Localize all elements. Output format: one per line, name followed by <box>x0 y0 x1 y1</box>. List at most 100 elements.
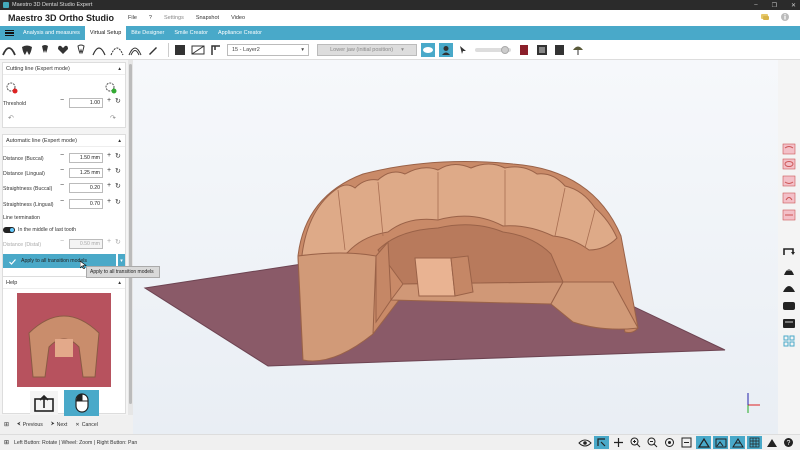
move-tool-icon[interactable] <box>611 436 626 449</box>
layer-select[interactable]: 15 - Layer2 ▾ <box>227 43 309 56</box>
termination-toggle-row[interactable]: In the middle of last tooth <box>3 224 76 235</box>
target-icon[interactable] <box>662 436 677 449</box>
cutting-line-header[interactable]: Cutting line (Expert mode) ▴ <box>3 63 125 75</box>
menu-snapshot[interactable]: Snapshot <box>196 15 219 21</box>
hamburger-menu-icon[interactable] <box>0 26 18 40</box>
view-front-icon[interactable] <box>781 298 797 312</box>
grid-overlay-icon[interactable] <box>747 436 762 449</box>
upper-jaw-front-icon[interactable] <box>781 142 797 156</box>
straightness-buccal-input[interactable]: 0.20 <box>69 183 103 193</box>
straightness-lingual-input[interactable]: 0.70 <box>69 199 103 209</box>
image-view-icon[interactable] <box>713 436 728 449</box>
view-dome-icon[interactable] <box>781 280 797 294</box>
straightness-lingual-increment[interactable]: + <box>107 198 111 205</box>
add-point-icon[interactable] <box>105 82 119 96</box>
export-tool-button[interactable] <box>30 391 58 415</box>
pointer-tool-icon[interactable] <box>457 43 471 57</box>
redo-icon[interactable]: ↷ <box>110 114 116 122</box>
menu-help[interactable]: ? <box>149 15 152 21</box>
view-bottom-icon[interactable] <box>781 316 797 330</box>
next-button[interactable]: Next <box>57 422 68 428</box>
threshold-reset-icon[interactable]: ↻ <box>115 97 121 105</box>
arch-tool-icon[interactable] <box>2 43 16 57</box>
lower-jaw-front-icon[interactable] <box>781 174 797 188</box>
measure-tool-icon[interactable] <box>209 43 223 57</box>
tab-virtual-setup[interactable]: Virtual Setup <box>84 26 127 40</box>
straightness-buccal-reset-icon[interactable]: ↻ <box>115 182 121 190</box>
pen-tool-icon[interactable] <box>146 43 160 57</box>
arch-outline-icon[interactable] <box>92 43 106 57</box>
maximize-button[interactable]: ❐ <box>772 2 777 9</box>
film-strip-icon[interactable] <box>535 43 549 57</box>
mesh-view-icon[interactable] <box>730 436 745 449</box>
info-icon[interactable] <box>780 12 790 22</box>
upper-jaw-occlusal-icon[interactable] <box>781 157 797 171</box>
view-top-icon[interactable] <box>781 263 797 277</box>
straightness-buccal-decrement[interactable]: − <box>60 182 64 189</box>
transform-tool-icon[interactable] <box>594 436 609 449</box>
fit-view-icon[interactable] <box>679 436 694 449</box>
visibility-eye-icon[interactable] <box>577 436 592 449</box>
both-jaws-icon[interactable] <box>781 208 797 222</box>
lower-jaw-occlusal-icon[interactable] <box>781 191 797 205</box>
umbrella-icon[interactable] <box>571 43 585 57</box>
mouse-help-button[interactable] <box>64 390 99 416</box>
tooth-list-icon[interactable] <box>38 43 52 57</box>
undo-icon[interactable]: ↶ <box>8 114 14 122</box>
previous-button[interactable]: Previous <box>23 422 43 428</box>
dental-model-scene[interactable] <box>133 60 778 434</box>
distance-lingual-reset-icon[interactable]: ↻ <box>115 167 121 175</box>
straightness-lingual-decrement[interactable]: − <box>60 198 64 205</box>
tab-smile-creator[interactable]: Smile Creator <box>169 26 213 40</box>
shade-icon[interactable] <box>764 436 779 449</box>
book-icon[interactable] <box>517 43 531 57</box>
straightness-buccal-increment[interactable]: + <box>107 182 111 189</box>
menu-file[interactable]: File <box>128 15 137 21</box>
arch-double-icon[interactable] <box>128 43 142 57</box>
minimize-button[interactable]: – <box>754 2 757 8</box>
jaw-select[interactable]: Lower jaw (initial position) ▾ <box>317 43 417 56</box>
grid-icon[interactable]: ⊞ <box>4 439 9 446</box>
remove-point-icon[interactable] <box>6 82 18 96</box>
distance-buccal-increment[interactable]: + <box>107 152 111 159</box>
menu-video[interactable]: Video <box>231 15 245 21</box>
distance-buccal-decrement[interactable]: − <box>60 152 64 159</box>
zoom-in-icon[interactable] <box>628 436 643 449</box>
opacity-slider[interactable] <box>475 45 511 54</box>
tab-bite-designer[interactable]: Bite Designer <box>126 26 169 40</box>
3d-viewport[interactable] <box>133 60 778 434</box>
automatic-line-header[interactable]: Automatic line (Expert mode) ▴ <box>3 135 125 147</box>
distance-buccal-reset-icon[interactable]: ↻ <box>115 152 121 160</box>
distance-lingual-input[interactable]: 1.25 mm <box>69 168 103 178</box>
arch-wire-icon[interactable] <box>110 43 124 57</box>
mountain-view-icon[interactable] <box>696 436 711 449</box>
distance-lingual-increment[interactable]: + <box>107 167 111 174</box>
grid-view-icon[interactable] <box>781 334 797 348</box>
aligner-view-icon[interactable] <box>421 42 435 57</box>
screen-icon[interactable] <box>553 43 567 57</box>
termination-toggle[interactable] <box>3 226 15 233</box>
patient-view-icon[interactable] <box>439 42 453 57</box>
question-icon[interactable]: ? <box>781 436 796 449</box>
slice-tool-icon[interactable] <box>191 43 205 57</box>
heart-tooth-icon[interactable] <box>56 43 70 57</box>
tooth-tool-icon[interactable] <box>20 43 34 57</box>
threshold-decrement-button[interactable]: − <box>60 97 64 104</box>
straightness-lingual-reset-icon[interactable]: ↻ <box>115 198 121 206</box>
square-tool-icon[interactable] <box>173 43 187 57</box>
chat-icon[interactable] <box>760 12 770 22</box>
close-window-button[interactable]: ✕ <box>791 2 796 9</box>
attachment-icon[interactable] <box>74 43 88 57</box>
tab-appliance-creator[interactable]: Appliance Creator <box>213 26 267 40</box>
distance-buccal-input[interactable]: 1.50 mm <box>69 153 103 163</box>
tab-analysis[interactable]: Analysis and measures <box>18 26 85 40</box>
help-header[interactable]: Help ▴ <box>3 277 125 289</box>
rotate-view-icon[interactable] <box>781 245 797 259</box>
grid-icon[interactable]: ⊞ <box>4 421 9 428</box>
threshold-input[interactable]: 1.00 <box>69 98 103 108</box>
threshold-increment-button[interactable]: + <box>107 97 111 104</box>
zoom-out-icon[interactable] <box>645 436 660 449</box>
menu-settings[interactable]: Settings <box>164 15 184 21</box>
cancel-button[interactable]: Cancel <box>82 422 98 428</box>
distance-lingual-decrement[interactable]: − <box>60 167 64 174</box>
